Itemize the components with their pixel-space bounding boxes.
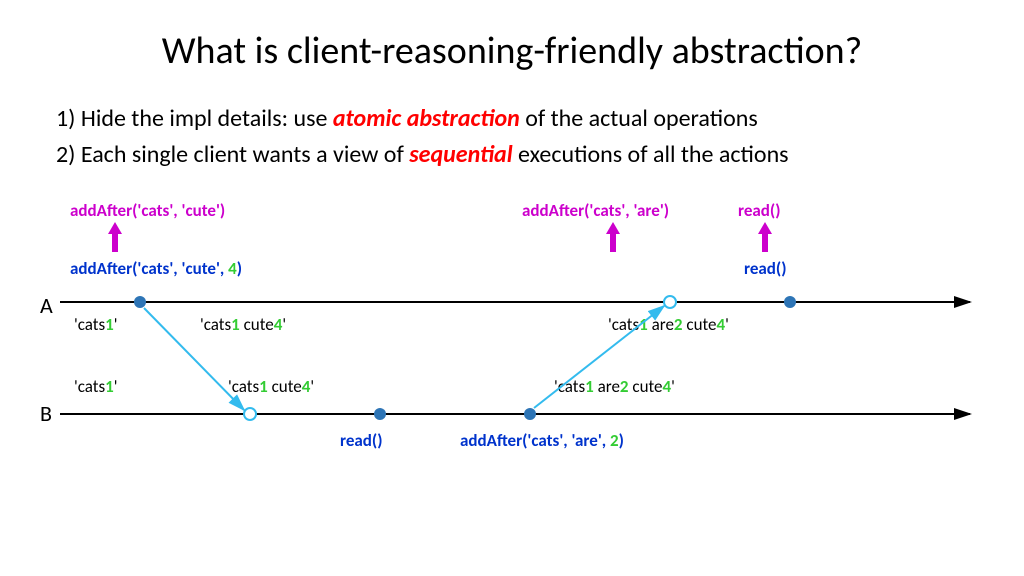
txt: ' — [114, 376, 118, 397]
blueB-addAfter-are: addAfter('cats', 'are', 2) — [460, 430, 624, 451]
pink-addAfter-cute: addAfter('cats', 'cute') — [70, 200, 225, 221]
bullet-2: 2) Each single client wants a view of se… — [56, 140, 789, 169]
bullet-1: 1) Hide the impl details: use atomic abs… — [56, 104, 758, 133]
txt: ' — [282, 314, 286, 335]
txt: ' — [114, 314, 118, 335]
pink-addAfter-are: addAfter('cats', 'are') — [522, 200, 669, 221]
slide: What is client-reasoning-friendly abstra… — [0, 0, 1024, 576]
up-arrow-icon — [760, 222, 770, 252]
slide-title: What is client-reasoning-friendly abstra… — [0, 28, 1024, 74]
blueA-read: read() — [744, 258, 787, 279]
blueB-addAre-post: ) — [619, 430, 624, 451]
stateB-3: 'cats1 are2 cute4' — [554, 376, 675, 397]
axis-B-label: B — [40, 400, 52, 427]
up-arrow-icon — [110, 222, 120, 252]
txt: 'cats — [200, 314, 231, 335]
up-arrow-icon — [608, 222, 618, 252]
txt: 'cats — [74, 376, 105, 397]
stateB-2: 'cats1 cute4' — [228, 376, 314, 397]
txt: 'cats — [608, 314, 639, 335]
blueA-addCute-num: 4 — [228, 258, 237, 279]
blueB-read: read() — [340, 430, 383, 451]
num: 1 — [105, 376, 114, 397]
blueA-addAfter-cute: addAfter('cats', 'cute', 4) — [70, 258, 242, 279]
stateB-1: 'cats1' — [74, 376, 118, 397]
txt: cute — [683, 314, 717, 335]
num: 1 — [105, 314, 114, 335]
bullet-1-em: atomic abstraction — [333, 104, 520, 133]
num: 1 — [585, 376, 594, 397]
num: 2 — [620, 376, 629, 397]
txt: ' — [310, 376, 314, 397]
blueB-addAre-pre: addAfter('cats', 'are', — [460, 430, 610, 451]
bullet-2-em: sequential — [409, 140, 512, 169]
num: 1 — [639, 314, 648, 335]
stateA-3: 'cats1 are2 cute4' — [608, 314, 729, 335]
txt: are — [648, 314, 674, 335]
num: 2 — [674, 314, 683, 335]
bullet-2-pre: 2) Each single client wants a view of — [56, 140, 409, 169]
stateA-1: 'cats1' — [74, 314, 118, 335]
num: 1 — [259, 376, 268, 397]
txt: 'cats — [228, 376, 259, 397]
blueB-addAre-num: 2 — [610, 430, 619, 451]
txt: 'cats — [554, 376, 585, 397]
txt: ' — [725, 314, 729, 335]
bullet-2-post: executions of all the actions — [513, 140, 789, 169]
stateA-2: 'cats1 cute4' — [200, 314, 286, 335]
bullet-1-post: of the actual operations — [520, 104, 758, 133]
bullet-1-pre: 1) Hide the impl details: use — [56, 104, 333, 133]
num: 4 — [662, 376, 671, 397]
axis-A-label: A — [40, 292, 53, 319]
txt: cute — [629, 376, 663, 397]
num: 4 — [716, 314, 725, 335]
blueA-addCute-post: ) — [237, 258, 242, 279]
txt: are — [594, 376, 620, 397]
blueA-addCute-pre: addAfter('cats', 'cute', — [70, 258, 228, 279]
txt: 'cats — [74, 314, 105, 335]
diagram-svg — [0, 0, 1024, 576]
txt: cute — [268, 376, 302, 397]
pink-read: read() — [738, 200, 781, 221]
txt: ' — [671, 376, 675, 397]
txt: cute — [240, 314, 274, 335]
num: 1 — [231, 314, 240, 335]
